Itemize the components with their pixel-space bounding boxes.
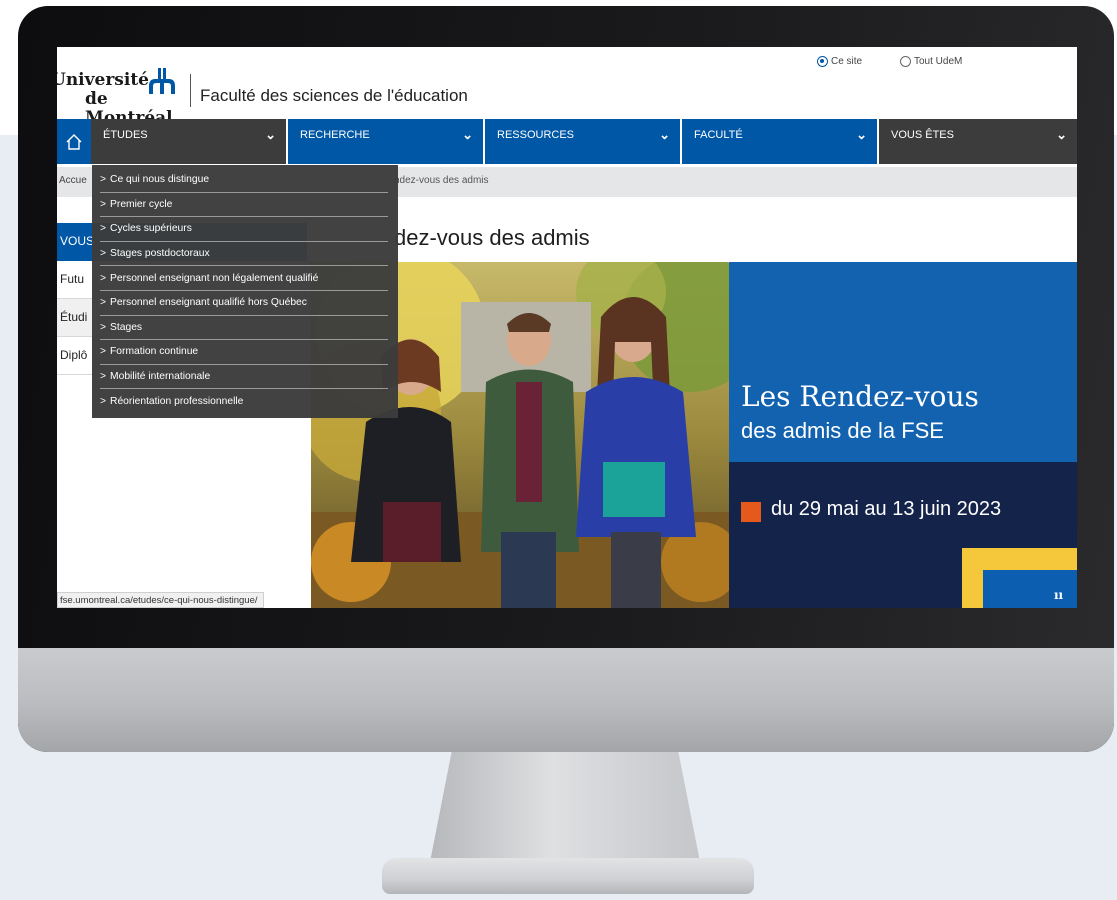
scope-site-label: Ce site (831, 56, 863, 67)
nav-label: FACULTÉ (694, 129, 743, 141)
chevron-right-icon: > (100, 198, 107, 210)
chevron-down-icon: ⌄ (462, 127, 473, 142)
scope-radio-site[interactable]: Ce site (817, 56, 862, 67)
radio-selected-icon (817, 56, 828, 67)
nav-label: ÉTUDES (103, 129, 148, 141)
dropdown-item-personnel-non-qualifie[interactable]: > Personnel enseignant non légalement qua… (100, 266, 388, 291)
udem-crest-icon (149, 68, 175, 94)
promo-title-line1: Les Rendez-vous (741, 380, 979, 413)
monitor-stand-neck (430, 752, 700, 862)
home-icon (66, 133, 82, 150)
dropdown-item-premier-cycle[interactable]: > Premier cycle (100, 193, 388, 218)
dropdown-item-formation-continue[interactable]: > Formation continue (100, 340, 388, 365)
dropdown-item-personnel-hors-quebec[interactable]: > Personnel enseignant qualifié hors Québ… (100, 291, 388, 316)
monitor-stand-base (382, 858, 754, 894)
chevron-right-icon: > (100, 371, 107, 383)
page-title: dez-vous des admis (394, 225, 590, 250)
monitor-chin (18, 648, 1114, 752)
breadcrumb-home-link[interactable]: Accue (59, 175, 87, 186)
chevron-right-icon: > (100, 223, 107, 235)
promo-dates: du 29 mai au 13 juin 2023 (771, 498, 1002, 520)
dropdown-item-cycles-superieurs[interactable]: > Cycles supérieurs (100, 217, 388, 242)
chevron-down-icon: ⌄ (1056, 127, 1067, 142)
faculty-title[interactable]: Faculté des sciences de l'éducation (200, 86, 468, 106)
chevron-down-icon: ⌄ (265, 127, 276, 142)
promo-accent-square (741, 502, 761, 522)
nav-item-ressources[interactable]: RESSOURCES ⌄ (485, 119, 680, 164)
udem-logo[interactable]: Université de Montréal (57, 65, 185, 128)
dropdown-item-mobilite-internationale[interactable]: > Mobilité internationale (100, 365, 388, 390)
chevron-down-icon: ⌄ (659, 127, 670, 142)
nav-item-vous-etes[interactable]: VOUS ÊTES ⌄ (879, 119, 1077, 164)
chevron-down-icon: ⌄ (856, 127, 867, 142)
breadcrumb-current: ndez-vous des admis (394, 175, 489, 186)
chevron-right-icon: > (100, 321, 107, 333)
chevron-right-icon: > (100, 272, 107, 284)
etudes-dropdown-menu: > Ce qui nous distingue > Premier cycle > C… (92, 165, 398, 418)
browser-screen: Université de Montréal Faculté des scien… (57, 47, 1077, 608)
chevron-right-icon: > (100, 346, 107, 358)
dropdown-item-ce-qui-nous-distingue[interactable]: > Ce qui nous distingue (100, 168, 388, 193)
nav-home-button[interactable] (57, 119, 91, 164)
nav-label: VOUS ÊTES (891, 129, 954, 141)
nav-label: RESSOURCES (497, 129, 575, 141)
dropdown-item-reorientation[interactable]: > Réorientation professionnelle (100, 389, 388, 414)
radio-unselected-icon (900, 56, 911, 67)
logo-line1: Université (57, 70, 149, 90)
header-divider (190, 74, 191, 107)
dropdown-item-stages-postdoctoraux[interactable]: > Stages postdoctoraux (100, 242, 388, 267)
dropdown-item-stages[interactable]: > Stages (100, 316, 388, 341)
promo-title-line2: des admis de la FSE (741, 418, 944, 443)
scope-all-label: Tout UdeM (914, 56, 963, 67)
main-nav: ÉTUDES ⌄ RECHERCHE ⌄ RESSOURCES ⌄ FACULT… (57, 119, 1077, 164)
chevron-right-icon: > (100, 297, 107, 309)
chevron-right-icon: > (100, 396, 107, 408)
nav-item-etudes[interactable]: ÉTUDES ⌄ (91, 119, 286, 164)
nav-item-recherche[interactable]: RECHERCHE ⌄ (288, 119, 483, 164)
nav-label: RECHERCHE (300, 129, 370, 141)
status-bar-url: fse.umontreal.ca/etudes/ce-qui-nous-dist… (57, 592, 264, 608)
promo-corner-mark: ıı (1054, 588, 1064, 602)
chevron-right-icon: > (100, 248, 107, 260)
chevron-right-icon: > (100, 174, 107, 186)
promo-banner[interactable]: Les Rendez-vous des admis de la FSE du 2… (729, 262, 1077, 608)
nav-item-faculte[interactable]: FACULTÉ ⌄ (682, 119, 877, 164)
scope-radio-all[interactable]: Tout UdeM (900, 56, 962, 67)
